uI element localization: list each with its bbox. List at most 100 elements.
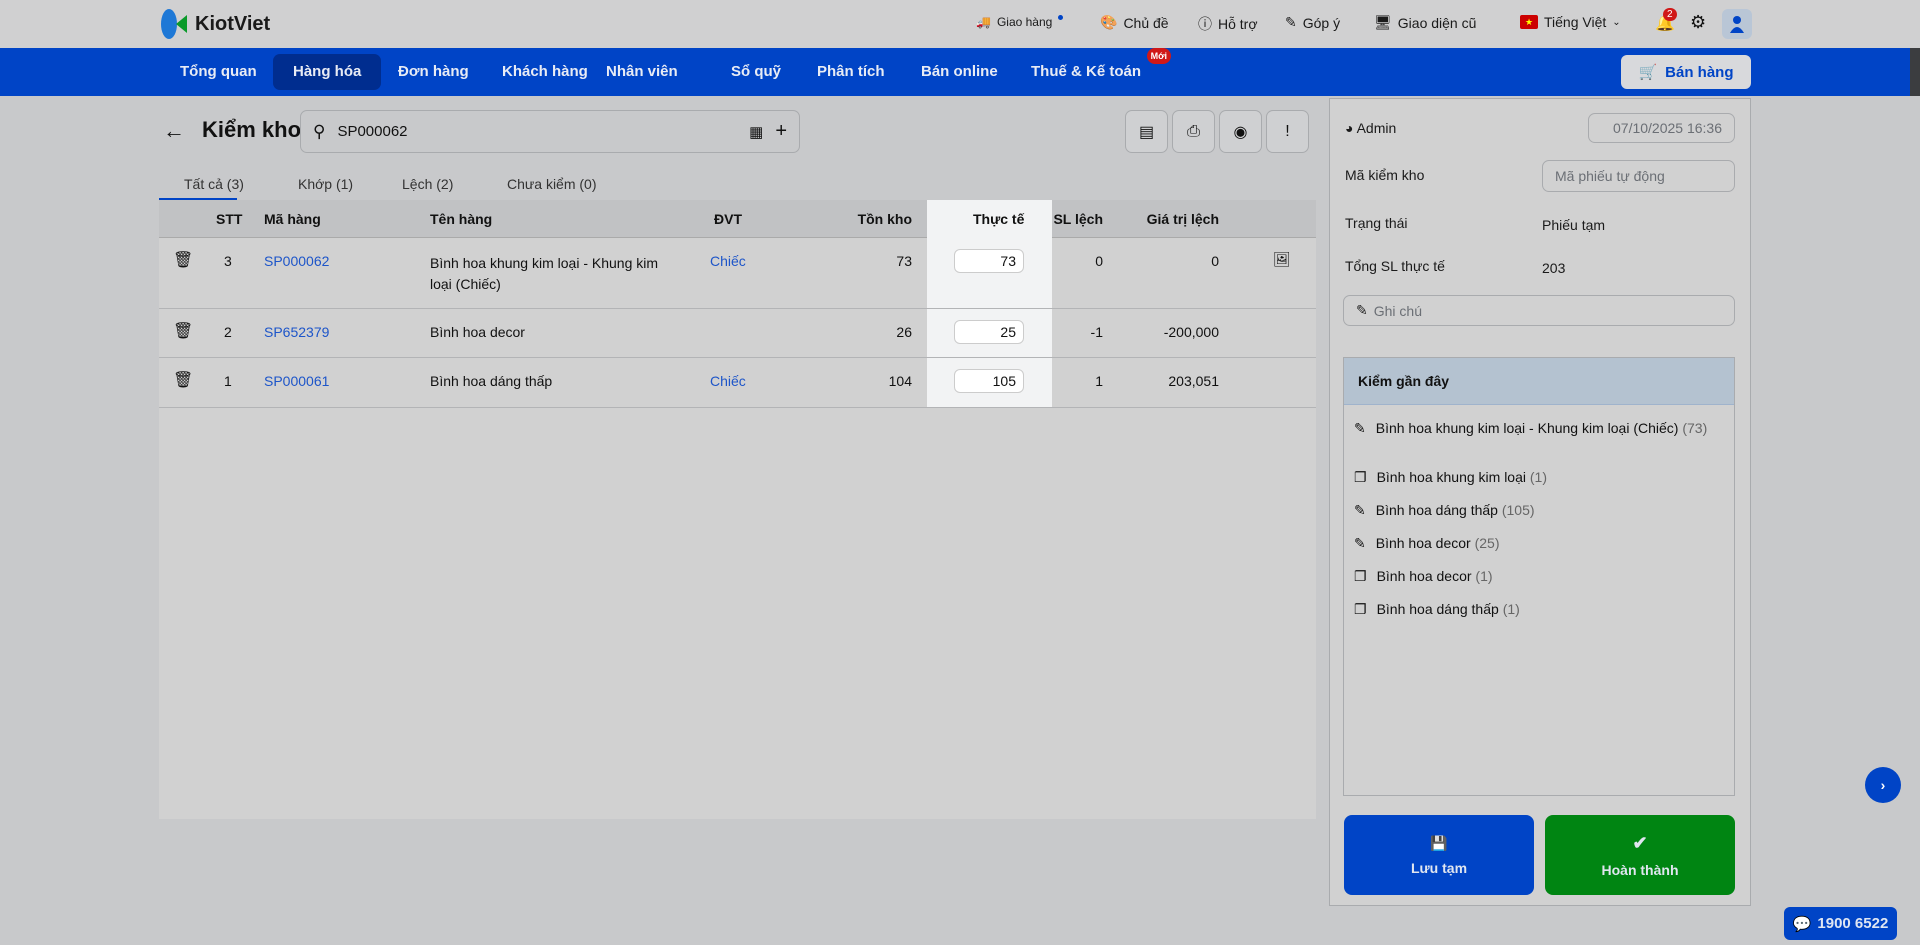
barcode-scanner-icon: ▤ bbox=[1138, 123, 1155, 141]
list-item[interactable]: ✎ Bình hoa dáng thấp (105) bbox=[1354, 502, 1724, 519]
nav-online-sales[interactable]: Bán online bbox=[901, 54, 1018, 90]
row-unit[interactable]: Chiếc bbox=[710, 253, 746, 269]
code-label: Mã kiểm kho bbox=[1345, 167, 1425, 183]
list-item[interactable]: ❐ Bình hoa khung kim loại (1) bbox=[1354, 469, 1724, 486]
item-count: (105) bbox=[1501, 502, 1535, 518]
support-link[interactable]: ⓘ Hỗ trợ bbox=[1198, 14, 1258, 34]
trash-icon[interactable]: 🗑 bbox=[173, 370, 193, 390]
grid-icon[interactable]: ▦ bbox=[749, 123, 763, 141]
list-item[interactable]: ❐ Bình hoa decor (1) bbox=[1354, 568, 1724, 585]
search-input[interactable]: ⚲ SP000062 ▦ + bbox=[300, 110, 800, 153]
tab-mismatched[interactable]: Lệch (2) bbox=[402, 176, 453, 192]
hotline-button[interactable]: 💬 1900 6522 bbox=[1784, 907, 1897, 940]
row-stt: 3 bbox=[224, 253, 232, 269]
gear-icon[interactable]: ⚙ bbox=[1690, 12, 1706, 33]
row-code[interactable]: SP000061 bbox=[264, 373, 329, 389]
user-info: ◕ Admin bbox=[1345, 120, 1396, 136]
language-select[interactable]: ★ Tiếng Việt ⌄ bbox=[1520, 14, 1621, 30]
bell-icon[interactable]: 🔔 2 bbox=[1655, 8, 1677, 33]
exclamation-icon: ! bbox=[1285, 122, 1290, 140]
nav-cashbook[interactable]: Sổ quỹ bbox=[711, 54, 801, 90]
printer-icon: ⎙ bbox=[1187, 122, 1200, 140]
item-name: Bình hoa khung kim loại bbox=[1376, 469, 1526, 485]
avatar[interactable] bbox=[1722, 9, 1752, 39]
tab-matched[interactable]: Khớp (1) bbox=[298, 176, 353, 192]
theme-link[interactable]: 🎨 Chủ đề bbox=[1100, 14, 1169, 31]
item-count: (1) bbox=[1475, 568, 1493, 584]
status-value: Phiếu tạm bbox=[1542, 217, 1606, 233]
actual-qty-input[interactable]: 105 bbox=[954, 369, 1024, 393]
notification-count: 2 bbox=[1663, 8, 1677, 21]
header-actual: Thực tế bbox=[973, 211, 1025, 227]
complete-button[interactable]: ✔ Hoàn thành bbox=[1545, 815, 1735, 895]
row-code[interactable]: SP000062 bbox=[264, 253, 329, 269]
save-draft-button[interactable]: 💾 Lưu tạm bbox=[1344, 815, 1534, 895]
nav-tax-label: Thuế & Kế toán bbox=[1031, 63, 1142, 80]
row-value: 0 bbox=[1211, 253, 1219, 269]
row-code[interactable]: SP652379 bbox=[264, 324, 329, 340]
note-input[interactable]: ✎ Ghi chú bbox=[1343, 295, 1735, 326]
feedback-icon: ✎ bbox=[1285, 14, 1297, 30]
nav-analytics[interactable]: Phân tích bbox=[797, 54, 905, 90]
trash-icon[interactable]: 🗑 bbox=[173, 250, 193, 270]
row-stock: 73 bbox=[896, 253, 912, 269]
row-unit[interactable]: Chiếc bbox=[710, 373, 746, 389]
item-name: Bình hoa khung kim loại - Khung kim loại… bbox=[1375, 420, 1679, 436]
vietnam-flag-icon: ★ bbox=[1520, 15, 1538, 29]
back-arrow-icon[interactable]: ← bbox=[163, 118, 185, 144]
header-code: Mã hàng bbox=[264, 211, 321, 227]
floppy-disk-icon: 💾 bbox=[1430, 834, 1448, 851]
item-count: (25) bbox=[1474, 535, 1500, 551]
scrollbar[interactable] bbox=[1910, 48, 1920, 96]
feedback-link[interactable]: ✎ Góp ý bbox=[1285, 14, 1340, 31]
actual-qty-input[interactable]: 73 bbox=[954, 249, 1024, 273]
palette-icon: 🎨 bbox=[1100, 14, 1118, 30]
item-count: (1) bbox=[1502, 601, 1520, 617]
list-item[interactable]: ✎ Bình hoa khung kim loại - Khung kim loạ… bbox=[1354, 420, 1724, 437]
view-button[interactable]: ◉ bbox=[1219, 110, 1262, 153]
row-diff: -1 bbox=[1090, 324, 1103, 340]
old-ui-link[interactable]: 🖥 Giao diện cũ bbox=[1374, 14, 1476, 31]
list-item[interactable]: ✎ Bình hoa decor (25) bbox=[1354, 535, 1724, 552]
image-icon[interactable]: 🖼 bbox=[1273, 251, 1291, 268]
nav-products[interactable]: Hàng hóa bbox=[273, 54, 382, 90]
trash-icon[interactable]: 🗑 bbox=[173, 321, 193, 341]
checkmark-icon: ✔ bbox=[1632, 832, 1648, 853]
header-unit: ĐVT bbox=[714, 211, 742, 227]
nav-orders[interactable]: Đơn hàng bbox=[378, 54, 489, 90]
row-stock: 104 bbox=[888, 373, 912, 389]
sell-button[interactable]: 🛒 Bán hàng bbox=[1621, 55, 1751, 89]
table-row: 🗑 1 SP000061 Bình hoa dáng thấp Chiếc 10… bbox=[159, 358, 1316, 408]
barcode-scanner-button[interactable]: ▤ bbox=[1125, 110, 1168, 153]
row-stock: 26 bbox=[896, 324, 912, 340]
row-name: Bình hoa dáng thấp bbox=[430, 373, 553, 389]
plus-icon[interactable]: + bbox=[775, 120, 787, 143]
total-value: 203 bbox=[1542, 260, 1566, 276]
actual-qty-input[interactable]: 25 bbox=[954, 320, 1024, 344]
pencil-icon: ✎ bbox=[1354, 535, 1366, 551]
pencil-icon: ✎ bbox=[1356, 302, 1368, 318]
header-stt: STT bbox=[216, 211, 243, 227]
save-label: Lưu tạm bbox=[1410, 859, 1468, 876]
pencil-icon: ✎ bbox=[1354, 502, 1366, 518]
tab-all[interactable]: Tất cả (3) bbox=[184, 176, 244, 192]
nav-tax-accounting[interactable]: Thuế & Kế toán Mới bbox=[1011, 48, 1172, 90]
nav-employees[interactable]: Nhân viên bbox=[586, 54, 698, 90]
nav-overview[interactable]: Tổng quan bbox=[160, 54, 277, 90]
delivery-link[interactable]: 🚚 Giao hàng bbox=[976, 14, 1064, 29]
code-input[interactable]: Mã phiếu tự động bbox=[1542, 160, 1735, 192]
tab-unchecked[interactable]: Chưa kiểm (0) bbox=[507, 176, 597, 192]
logo[interactable]: KiotViet bbox=[159, 8, 270, 40]
info-button[interactable]: ! bbox=[1266, 110, 1309, 153]
item-count: (73) bbox=[1682, 420, 1708, 436]
user-icon bbox=[1730, 16, 1744, 33]
print-button[interactable]: ⎙ bbox=[1172, 110, 1215, 153]
expand-chevron-right-icon[interactable]: › bbox=[1865, 767, 1901, 803]
date-field[interactable]: 07/10/2025 16:36 bbox=[1588, 113, 1735, 143]
list-item[interactable]: ❐ Bình hoa dáng thấp (1) bbox=[1354, 601, 1724, 618]
recent-checks: Kiểm gần đây ✎ Bình hoa khung kim loại - … bbox=[1343, 357, 1735, 796]
row-name: Bình hoa khung kim loại - Khung kim loại… bbox=[430, 255, 659, 292]
feedback-label: Góp ý bbox=[1302, 14, 1341, 31]
sell-label: Bán hàng bbox=[1665, 63, 1734, 81]
row-stt: 1 bbox=[224, 373, 232, 389]
